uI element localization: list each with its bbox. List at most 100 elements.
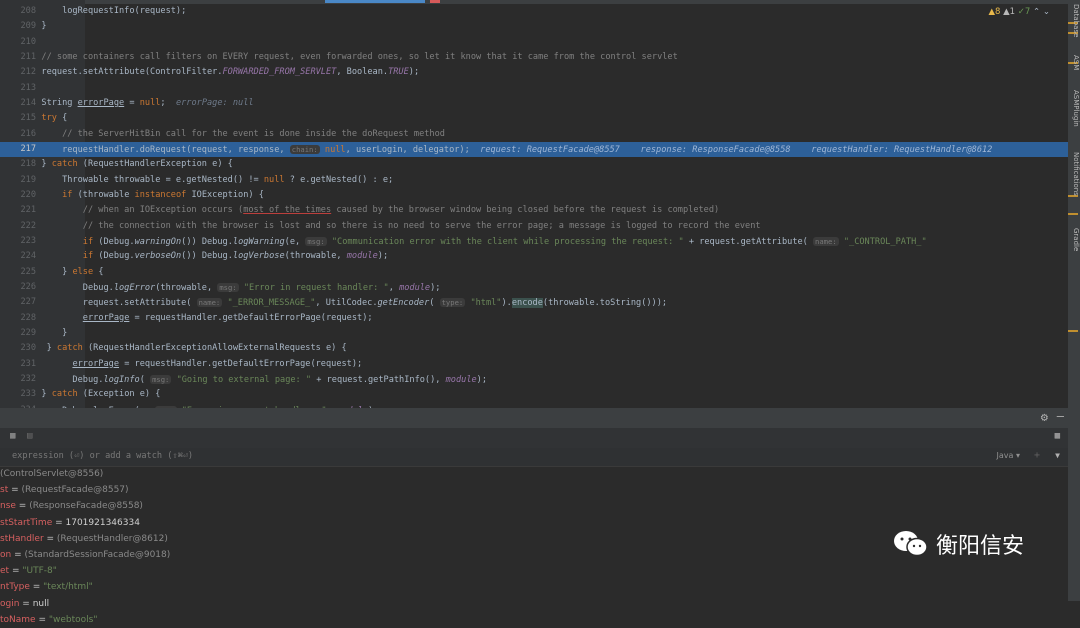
code-token: // when an IOException occurs ( xyxy=(0,205,244,216)
right-tool-strip: Database ASM ASMPlugin Notifications Gra… xyxy=(1068,0,1080,601)
code-line[interactable]: 227 request.setAttribute( name: "_ERROR_… xyxy=(0,295,1068,310)
code-text[interactable]: } catch (RequestHandlerExceptionAllowExt… xyxy=(0,341,347,356)
minimize-icon[interactable]: — xyxy=(1057,409,1064,423)
code-token: } xyxy=(0,159,52,170)
code-text[interactable]: if (Debug.verboseOn()) Debug.logVerbose(… xyxy=(0,249,388,264)
code-line[interactable]: 226 Debug.logError(throwable, msg: "Erro… xyxy=(0,280,1068,295)
code-text[interactable]: errorPage = requestHandler.getDefaultErr… xyxy=(0,357,362,372)
code-text[interactable]: requestHandler.doRequest(request, respon… xyxy=(0,142,992,158)
inspection-widget[interactable]: ▲8 ▲1 ✓7 ⌃ ⌄ xyxy=(988,7,1050,17)
code-line[interactable]: 216 // the ServerHitBin call for the eve… xyxy=(0,127,1068,142)
code-text[interactable]: Throwable throwable = e.getNested() != n… xyxy=(0,173,393,188)
code-text[interactable]: } catch (Exception e) { xyxy=(0,387,160,402)
code-line[interactable]: 228 errorPage = requestHandler.getDefaul… xyxy=(0,311,1068,326)
code-line[interactable]: 219 Throwable throwable = e.getNested() … xyxy=(0,173,1068,188)
chevron-down-icon[interactable]: ⌄ xyxy=(1043,7,1050,17)
code-text[interactable]: } catch (RequestHandlerException e) { xyxy=(0,157,232,172)
code-text[interactable]: logRequestInfo(request); xyxy=(0,4,186,19)
code-text[interactable]: request.setAttribute(ControlFilter.FORWA… xyxy=(0,65,419,80)
code-line[interactable]: 223 if (Debug.warningOn()) Debug.logWarn… xyxy=(0,234,1068,249)
chevron-up-icon[interactable]: ⌃ xyxy=(1033,7,1040,17)
variable-row[interactable]: on = (StandardSessionFacade@9018) xyxy=(0,547,170,563)
code-line[interactable]: 209 } xyxy=(0,19,1068,34)
code-line[interactable]: 212 request.setAttribute(ControlFilter.F… xyxy=(0,65,1068,80)
variable-value: (ResponseFacade@8558) xyxy=(29,501,143,512)
columns-icon[interactable]: ▦ xyxy=(1055,431,1060,441)
add-watch-icon[interactable]: + xyxy=(1034,450,1040,461)
chevron-down-icon[interactable]: ▼ xyxy=(1055,451,1060,460)
code-line[interactable]: 220 if (throwable instanceof IOException… xyxy=(0,188,1068,203)
code-line[interactable]: 214 String errorPage = null; errorPage: … xyxy=(0,96,1068,111)
code-line[interactable]: 222 // the connection with the browser i… xyxy=(0,219,1068,234)
variable-row[interactable]: et = "UTF-8" xyxy=(0,563,57,579)
code-line[interactable]: 232 Debug.logInfo( msg: "Going to extern… xyxy=(0,372,1068,387)
code-line[interactable]: 210 xyxy=(0,35,1068,50)
variable-row[interactable]: nse = (ResponseFacade@8558) xyxy=(0,498,143,514)
debug-panel: ⚙ — ▦ ▤ ▦ expression (⏎) or add a watch … xyxy=(0,408,1068,625)
code-text[interactable]: // the connection with the browser is lo… xyxy=(0,219,761,234)
code-token: if xyxy=(82,236,94,247)
code-line[interactable]: 211 // some containers call filters on E… xyxy=(0,50,1068,65)
code-text[interactable]: // the ServerHitBin call for the event i… xyxy=(0,127,445,142)
code-editor[interactable]: 208 logRequestInfo(request); 209 } 210 211 … xyxy=(0,0,1068,408)
code-line[interactable]: 221 // when an IOException occurs (most … xyxy=(0,203,1068,218)
code-text[interactable]: } xyxy=(0,326,67,341)
evaluate-expression-bar[interactable]: expression (⏎) or add a watch (⇧⌘⏎) Java… xyxy=(0,448,1068,467)
code-token: ; xyxy=(160,97,176,108)
code-text[interactable]: request.setAttribute( name: "_ERROR_MESS… xyxy=(0,295,667,311)
gear-icon[interactable]: ⚙ xyxy=(1041,410,1048,424)
code-line[interactable]: 233 } catch (Exception e) { xyxy=(0,387,1068,402)
code-text[interactable]: Debug.logError(throwable, msg: "Error in… xyxy=(0,280,440,296)
variable-value: null xyxy=(32,598,50,609)
language-dropdown[interactable]: Java ▾ xyxy=(997,451,1020,460)
list-icon[interactable]: ▤ xyxy=(27,431,32,441)
tool-asmplugin[interactable]: ASMPlugin xyxy=(1068,90,1080,127)
code-line[interactable]: 218 } catch (RequestHandlerException e) … xyxy=(0,157,1068,172)
tool-asm[interactable]: ASM xyxy=(1068,55,1080,70)
watch-input-placeholder[interactable]: expression (⏎) or add a watch (⇧⌘⏎) xyxy=(12,451,193,461)
code-token: logVerbose xyxy=(232,251,285,262)
code-token: "_ERROR_MESSAGE_" xyxy=(227,298,316,309)
code-text[interactable]: String errorPage = null; errorPage: null xyxy=(0,96,253,111)
code-line[interactable]: 231 errorPage = requestHandler.getDefaul… xyxy=(0,357,1068,372)
code-text[interactable]: try { xyxy=(0,111,67,126)
variable-row[interactable]: stHandler = (RequestHandler@8612) xyxy=(0,531,168,547)
layout-icon[interactable]: ▦ xyxy=(10,431,15,441)
variable-row[interactable]: (ControlServlet@8556) xyxy=(0,466,103,482)
code-text[interactable]: // some containers call filters on EVERY… xyxy=(0,50,677,65)
variable-row[interactable]: stStartTime = 1701921346334 xyxy=(0,515,140,531)
code-text[interactable]: if (Debug.warningOn()) Debug.logWarning(… xyxy=(0,234,927,250)
variable-row[interactable]: st = (RequestFacade@8557) xyxy=(0,482,129,498)
code-line[interactable]: 229 } xyxy=(0,326,1068,341)
line-number[interactable]: 213 xyxy=(0,81,36,96)
code-line[interactable]: 225 } else { xyxy=(0,265,1068,280)
variable-row[interactable]: ogin = null xyxy=(0,596,49,612)
code-line[interactable]: 215 try { xyxy=(0,111,1068,126)
code-line[interactable]: 213 xyxy=(0,81,1068,96)
code-token: module xyxy=(346,251,378,262)
variable-name: nse xyxy=(0,501,16,512)
code-token: Debug. xyxy=(0,374,104,385)
code-line[interactable]: 230 } catch (RequestHandlerExceptionAllo… xyxy=(0,341,1068,356)
code-line[interactable]: 208 logRequestInfo(request); xyxy=(0,4,1068,19)
code-token: + request.getAttribute( xyxy=(683,236,814,247)
code-text[interactable]: errorPage = requestHandler.getDefaultErr… xyxy=(0,311,373,326)
code-text[interactable]: } xyxy=(0,19,46,34)
line-number[interactable]: 210 xyxy=(0,35,36,50)
tool-gradle[interactable]: Gradle xyxy=(1068,228,1080,251)
code-token: "Error in request handler: " xyxy=(243,282,389,293)
code-line-current[interactable]: 217 requestHandler.doRequest(request, re… xyxy=(0,141,1068,158)
code-text[interactable]: Debug.logInfo( msg: "Going to external p… xyxy=(0,372,487,388)
tool-notifications[interactable]: Notifications xyxy=(1068,152,1080,196)
variable-row[interactable]: toName = "webtools" xyxy=(0,612,97,628)
tool-database[interactable]: Database xyxy=(1068,4,1080,37)
equals-sign: = xyxy=(35,614,49,625)
code-token: , Boolean. xyxy=(336,67,389,78)
code-line[interactable]: 224 if (Debug.verboseOn()) Debug.logVerb… xyxy=(0,249,1068,264)
code-text[interactable]: if (throwable instanceof IOException) { xyxy=(0,188,264,203)
code-text[interactable]: } else { xyxy=(0,265,103,280)
variable-row[interactable]: ntType = "text/html" xyxy=(0,579,93,595)
code-text[interactable]: // when an IOException occurs (most of t… xyxy=(0,203,719,218)
